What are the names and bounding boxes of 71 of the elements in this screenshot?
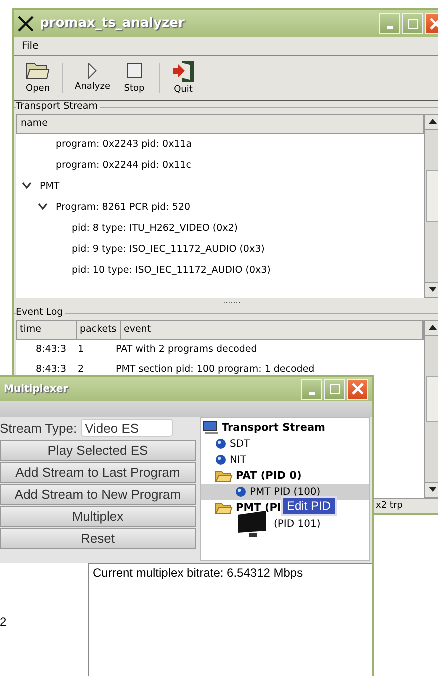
close-icon [428,16,438,31]
action-button[interactable]: Add Stream to New Program [0,484,196,505]
action-button[interactable]: Add Stream to Last Program [0,462,196,483]
status-text: x2 trp [376,500,403,511]
minimize-button[interactable] [379,13,400,34]
table-cell-text: PAT with 2 programs decoded [115,344,258,356]
action-button[interactable]: Multiplex [0,506,196,527]
tree-item[interactable]: program: 0x2244 pid: 0x11c [56,160,192,171]
window-title: Multiplexer [4,384,70,394]
folder-icon [215,502,233,514]
field-label: Stream Type: [0,420,78,436]
maximize-button[interactable] [402,13,423,34]
group-label: Event Log [16,306,66,318]
scroll-up-icon[interactable] [429,325,437,330]
scrollbar[interactable] [424,114,438,298]
tree-item[interactable]: pid: 9 type: ISO_IEC_11172_AUDIO (0x3) [72,244,265,255]
tree-item[interactable]: pid: 10 type: ISO_IEC_11172_AUDIO (0x3) [72,264,271,276]
toolbar-button[interactable]: Analyze [75,63,111,92]
minimize-button[interactable] [301,378,322,400]
tree-item[interactable]: PMT (PI [236,502,282,514]
scroll-thumb[interactable] [426,170,438,222]
tree-item[interactable]: (PID 101) [274,518,321,530]
table-cell-text: 1 [77,344,86,356]
expander-icon[interactable] [22,181,32,192]
tree-item[interactable]: pid: 8 type: ITU_H262_VIDEO (0x2) [72,222,238,234]
table-cell-text: 8:43:3 [35,364,68,376]
table-cell-text: PMT section pid: 100 program: 1 decoded [115,364,316,376]
scrollbar[interactable] [424,320,438,498]
table-cell-text: 2 [77,364,86,376]
tree-item[interactable]: PMT [40,180,60,192]
expander-icon[interactable] [38,202,48,212]
column-header[interactable]: packets [77,320,121,339]
play-icon [88,63,98,80]
scroll-up-icon[interactable] [429,119,437,124]
tree-item[interactable]: PAT (PID 0) [236,470,302,482]
dot-icon [215,454,227,466]
column-header[interactable]: event [121,320,423,339]
tree-item[interactable]: SDT [230,438,250,450]
column-header[interactable]: time [17,320,77,339]
close-icon [350,382,364,396]
menu-item[interactable]: File [22,40,39,52]
column-header[interactable]: name [16,114,424,134]
folder-icon [215,470,233,482]
tree-item[interactable]: Program: 8261 PCR pid: 520 [56,202,191,213]
window-title: promax_ts_analyzer [40,16,186,32]
scroll-down-icon[interactable] [429,487,437,492]
dot-icon [215,438,227,450]
stream-type-field[interactable]: Video ES [81,419,174,437]
group-label: Transport Stream [16,100,100,112]
tooltip: Edit PID [281,496,338,516]
action-button[interactable]: Reset [0,528,196,549]
splitter-handle[interactable]: ....... [14,298,438,307]
computer-icon [203,421,219,435]
toolbar-button[interactable]: Stop [122,61,147,94]
action-button[interactable]: Play Selected ES [0,440,196,461]
exit-door-icon [172,60,196,82]
scroll-thumb[interactable] [426,376,438,422]
dot-icon [235,486,247,498]
output-text: Current multiplex bitrate: 6.54312 Mbps [92,566,304,580]
close-button[interactable] [347,378,368,400]
x-logo-icon [18,16,34,32]
tree-item[interactable]: program: 0x2243 pid: 0x11a [56,138,192,150]
tree-item[interactable]: Transport Stream [222,422,326,434]
maximize-button[interactable] [324,378,345,400]
toolbar-button[interactable]: Quit [172,60,196,96]
scroll-down-icon[interactable] [429,287,437,292]
table-cell-text: 8:43:3 [35,344,68,356]
folder-icon [26,61,50,82]
toolbar-button[interactable]: Open [26,61,50,94]
list-text: 2 [0,615,7,629]
tree-item[interactable]: NIT [230,454,247,466]
